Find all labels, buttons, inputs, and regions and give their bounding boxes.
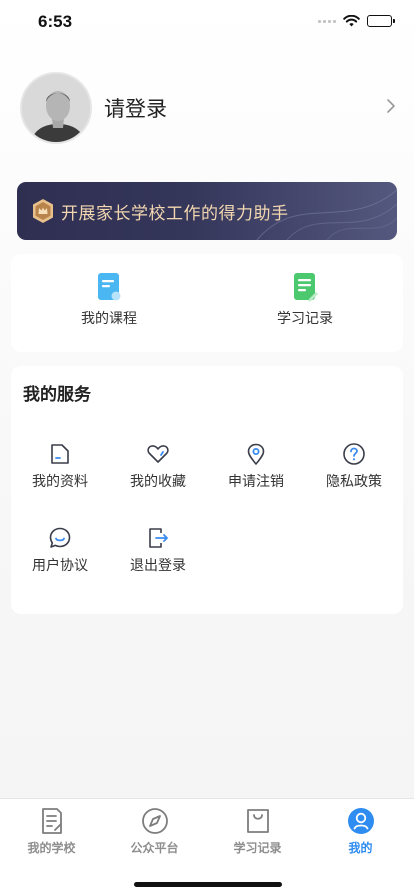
login-prompt[interactable]: 请登录 [104, 93, 167, 123]
privacy-policy-button[interactable]: 隐私政策 [305, 442, 403, 491]
my-favorites-button[interactable]: 我的收藏 [109, 442, 207, 491]
tab-label: 公众平台 [130, 841, 179, 855]
my-profile-button[interactable]: 我的资料 [11, 442, 109, 491]
services-title: 我的服务 [23, 385, 91, 405]
tab-study-records[interactable]: 学习记录 [206, 807, 309, 856]
compass-icon [141, 808, 168, 834]
service-label: 用户协议 [32, 558, 88, 574]
user-circle-icon [347, 808, 374, 834]
profile-row[interactable]: 请登录 [20, 68, 400, 148]
tab-my-school[interactable]: 我的学校 [0, 807, 103, 856]
tab-label: 我的 [348, 841, 373, 855]
cancel-account-button[interactable]: 申请注销 [207, 442, 305, 491]
home-indicator [134, 882, 282, 887]
question-circle-icon [343, 443, 365, 465]
logout-button[interactable]: 退出登录 [109, 526, 207, 575]
banner-decoration [256, 189, 397, 240]
logout-icon [149, 528, 168, 548]
services-card: 我的服务 我的资料 我的收藏 申请注销 隐私政策 用户协议 退出登录 [11, 366, 403, 614]
location-pin-icon [247, 443, 265, 465]
service-label: 退出登录 [130, 558, 186, 574]
study-records-button[interactable]: 学习记录 [245, 272, 365, 328]
signal-icon [318, 19, 336, 23]
quick-action-label: 我的课程 [81, 311, 137, 327]
tab-label: 学习记录 [233, 841, 282, 855]
tab-label: 我的学校 [27, 841, 76, 855]
heart-icon [147, 445, 169, 463]
service-label: 隐私政策 [326, 474, 382, 490]
battery-icon [367, 15, 395, 27]
status-bar: 6:53 [0, 0, 414, 44]
quick-actions-card: 我的课程 学习记录 [11, 254, 403, 352]
study-record-icon [294, 273, 318, 302]
chat-bubble-icon [49, 527, 71, 548]
shopping-bag-icon [246, 809, 269, 833]
wifi-icon [343, 15, 360, 27]
service-label: 申请注销 [228, 474, 284, 490]
tab-public-platform[interactable]: 公众平台 [103, 807, 206, 856]
chevron-right-icon[interactable] [386, 98, 396, 114]
service-label: 我的收藏 [130, 474, 186, 490]
tab-mine[interactable]: 我的 [309, 807, 412, 856]
folder-icon [51, 444, 69, 464]
service-label: 我的资料 [32, 474, 88, 490]
course-book-icon [98, 273, 121, 301]
default-avatar-icon [22, 74, 90, 142]
status-icons [318, 15, 395, 27]
my-courses-button[interactable]: 我的课程 [49, 272, 169, 328]
quick-action-label: 学习记录 [277, 311, 333, 327]
status-time: 6:53 [38, 12, 73, 31]
crown-badge-icon [33, 199, 53, 223]
document-icon [41, 808, 62, 834]
user-agreement-button[interactable]: 用户协议 [11, 526, 109, 575]
avatar[interactable] [20, 72, 92, 144]
promo-banner[interactable]: 开展家长学校工作的得力助手 [17, 182, 397, 240]
